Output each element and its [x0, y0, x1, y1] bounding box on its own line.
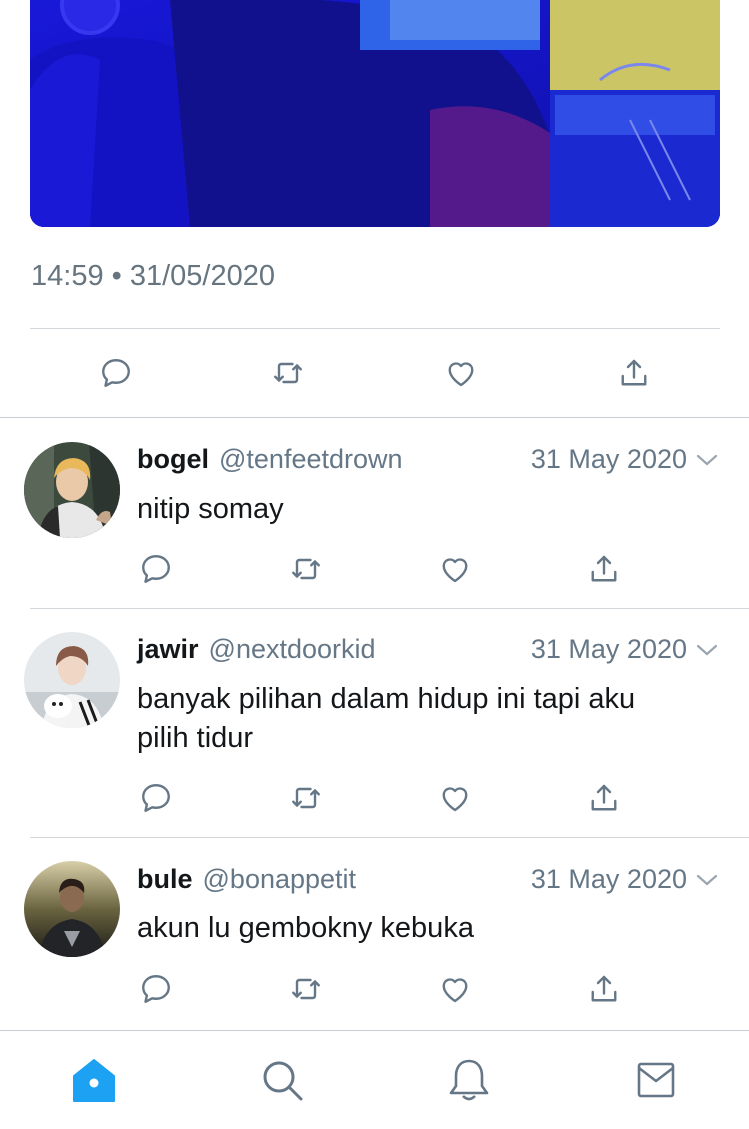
like-icon[interactable] [432, 966, 478, 1012]
messages-icon[interactable] [631, 1055, 681, 1105]
reply-author-handle[interactable]: @bonappetit [203, 864, 357, 894]
notifications-icon[interactable] [444, 1055, 494, 1105]
bottom-tab-bar [0, 1030, 749, 1129]
retweet-icon[interactable] [283, 775, 329, 821]
like-icon[interactable] [438, 350, 484, 396]
avatar[interactable] [24, 632, 120, 728]
reply-date: 31 May 2020 [530, 864, 687, 894]
home-icon[interactable] [69, 1055, 119, 1105]
reply-text: akun lu gembokny kebuka [137, 912, 474, 944]
divider [0, 417, 749, 418]
retweet-icon[interactable] [283, 546, 329, 592]
reply-author-handle[interactable]: @tenfeetdrown [219, 444, 403, 474]
divider [30, 608, 749, 609]
chevron-down-icon[interactable] [695, 864, 719, 895]
tweet-timestamp: 14:59 • 31/05/2020 [31, 260, 275, 292]
share-icon[interactable] [581, 775, 627, 821]
share-icon[interactable] [611, 350, 657, 396]
chevron-down-icon[interactable] [695, 444, 719, 475]
retweet-icon[interactable] [265, 350, 311, 396]
reply-icon[interactable] [133, 966, 179, 1012]
avatar[interactable] [24, 442, 120, 538]
search-icon[interactable] [257, 1055, 307, 1105]
reply-author-handle[interactable]: @nextdoorkid [209, 634, 376, 664]
reply-date: 31 May 2020 [530, 444, 687, 474]
reply-date: 31 May 2020 [530, 634, 687, 664]
divider [30, 837, 749, 838]
chevron-down-icon[interactable] [695, 634, 719, 665]
like-icon[interactable] [432, 546, 478, 592]
reply-icon[interactable] [93, 350, 139, 396]
avatar[interactable] [24, 861, 120, 957]
like-icon[interactable] [432, 775, 478, 821]
reply-icon[interactable] [133, 775, 179, 821]
tweet-media-image[interactable] [30, 0, 720, 227]
retweet-icon[interactable] [283, 966, 329, 1012]
reply-author-name[interactable]: bogel [137, 444, 209, 474]
reply-author-name[interactable]: jawir [137, 634, 199, 664]
reply-text: banyak pilihan dalam hidup ini tapi aku … [137, 683, 636, 754]
share-icon[interactable] [581, 546, 627, 592]
reply-author-name[interactable]: bule [137, 864, 193, 894]
reply-text: nitip somay [137, 493, 284, 525]
reply-icon[interactable] [133, 546, 179, 592]
share-icon[interactable] [581, 966, 627, 1012]
divider [30, 328, 720, 329]
